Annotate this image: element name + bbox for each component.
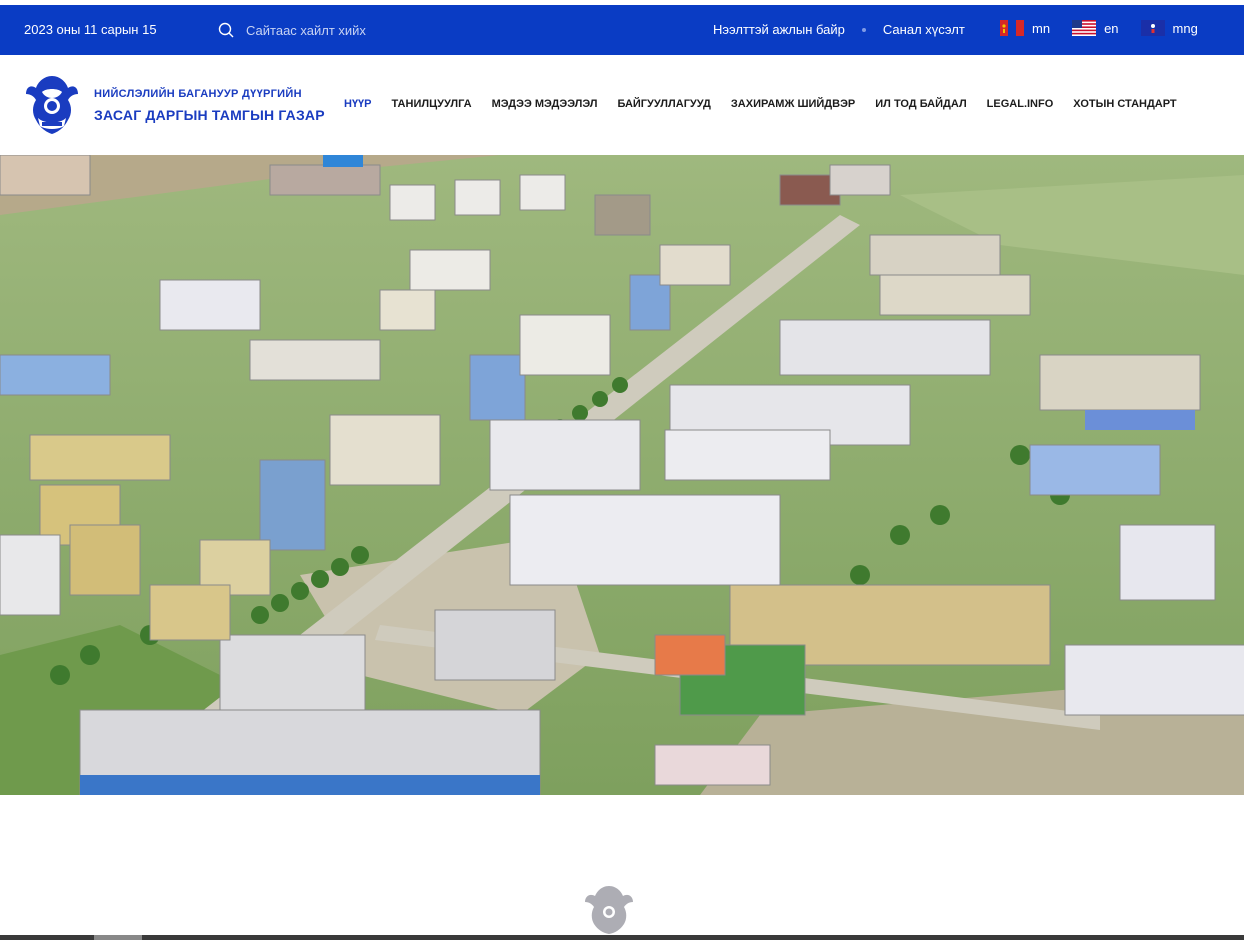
usa-flag-icon xyxy=(1072,20,1097,36)
separator-dot xyxy=(861,27,866,32)
footer-emblem-icon xyxy=(585,886,633,934)
nav-organizations[interactable]: БАЙГУУЛЛАГУУД xyxy=(617,98,710,110)
nav-legal-info[interactable]: LEGAL.INFO xyxy=(987,98,1054,110)
main-nav: НҮҮР ТАНИЛЦУУЛГА МЭДЭЭ МЭДЭЭЛЭЛ БАЙГУУЛЛ… xyxy=(344,98,1197,110)
nav-introduction[interactable]: ТАНИЛЦУУЛГА xyxy=(392,98,472,110)
site-header: НИЙСЛЭЛИЙН БАГАНУУР ДҮҮРГИЙН ЗАСАГ ДАРГЫ… xyxy=(0,55,1244,155)
language-mng[interactable]: mng xyxy=(1140,20,1198,36)
open-jobs-link[interactable]: Нээлттэй ажлын байр xyxy=(713,22,845,37)
mongolia-flag-icon xyxy=(1000,20,1024,36)
mongolian-script-flag-icon xyxy=(1140,20,1165,36)
feedback-link[interactable]: Санал хүсэлт xyxy=(883,22,965,37)
bottom-strip xyxy=(0,935,1244,940)
search-icon[interactable] xyxy=(218,22,234,38)
aerial-city-photo xyxy=(0,155,1244,795)
nav-home[interactable]: НҮҮР xyxy=(344,98,372,110)
language-en-label: en xyxy=(1104,20,1119,36)
search-box[interactable] xyxy=(218,19,458,41)
language-mng-label: mng xyxy=(1172,20,1198,36)
language-en[interactable]: en xyxy=(1072,20,1119,36)
search-input[interactable] xyxy=(246,22,446,38)
nav-decrees[interactable]: ЗАХИРАМЖ ШИЙДВЭР xyxy=(731,98,855,110)
site-logo[interactable]: НИЙСЛЭЛИЙН БАГАНУУР ДҮҮРГИЙН ЗАСАГ ДАРГЫ… xyxy=(24,72,325,138)
language-mn-label: mn xyxy=(1032,20,1051,36)
nav-transparency[interactable]: ИЛ ТОД БАЙДАЛ xyxy=(875,98,966,110)
language-mn[interactable]: mn xyxy=(1000,20,1050,36)
nav-news[interactable]: МЭДЭЭ МЭДЭЭЛЭЛ xyxy=(492,98,598,110)
bottom-strip-segment xyxy=(94,935,142,940)
top-bar: 2023 оны 11 сарын 15 Нээлттэй ажлын байр… xyxy=(0,5,1244,55)
logo-line-1: НИЙСЛЭЛИЙН БАГАНУУР ДҮҮРГИЙН xyxy=(94,87,302,100)
eagle-emblem-icon xyxy=(26,76,78,134)
logo-line-2: ЗАСАГ ДАРГЫН ТАМГЫН ГАЗАР xyxy=(94,106,325,123)
hero-banner xyxy=(0,155,1244,795)
nav-city-standard[interactable]: ХОТЫН СТАНДАРТ xyxy=(1073,98,1176,110)
current-date: 2023 оны 11 сарын 15 xyxy=(24,22,157,37)
